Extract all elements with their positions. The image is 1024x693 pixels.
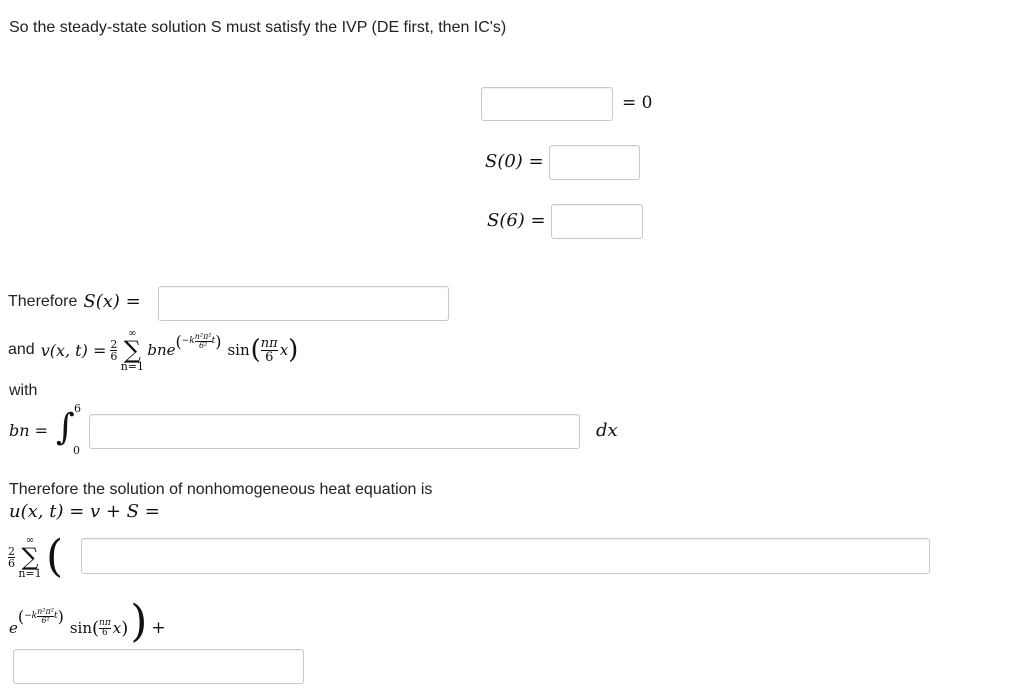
u-coef-num: 2 [8, 544, 15, 558]
ivp-de-input[interactable] [481, 87, 613, 121]
integral-upper: 6 [74, 402, 82, 415]
sin-den: 6 [260, 349, 278, 364]
u-sin-arg: ( nπ 6 x ) [92, 618, 128, 639]
bn-equation: bn = ∫ 6 0 [9, 400, 84, 460]
plus-sign: + [151, 618, 166, 638]
s-row: Therefore S(x) = [8, 291, 141, 312]
sum-sign: ∞ ∑ n=1 [120, 328, 144, 373]
u-sin-den: 6 [99, 627, 111, 638]
u-exp-minus-k: −k [24, 611, 38, 621]
sin-paren-close: ) [288, 335, 299, 365]
sin-fn: sin [227, 341, 250, 359]
exp-fraction: n²π² 6² [194, 331, 212, 350]
bn-term: bn [147, 341, 167, 359]
intro-text: So the steady-state solution S must sati… [9, 19, 507, 36]
exp-base: e [166, 341, 176, 359]
u-sin-paren-open: ( [92, 617, 100, 639]
and-label: and [8, 341, 35, 358]
u-exp-num: n²π² [37, 606, 54, 616]
u-exp-fraction: n²π² 6² [37, 606, 54, 625]
v-of-xt: v(x, t) = [40, 340, 107, 360]
sin-paren-open: ( [250, 335, 261, 365]
u-exp-paren-close: ) [57, 606, 64, 626]
coef-num: 2 [110, 337, 118, 351]
u-steady-state-input[interactable] [13, 649, 304, 684]
bn-integrand-input[interactable] [89, 414, 580, 449]
u-sin-paren-close: ) [121, 617, 129, 639]
exp-den: 6² [194, 340, 212, 350]
solution-text: Therefore the solution of nonhomogeneous… [9, 481, 433, 498]
u-coefficient: 2 6 [8, 546, 15, 569]
u-sin-fn: sin [69, 619, 92, 637]
u-tail: e ( −k n²π² 6² t ) sin ( nπ 6 x ) ) + [9, 588, 166, 648]
integral-sign: ∫ 6 0 [54, 400, 84, 460]
integral-glyph: ∫ [56, 407, 75, 448]
u-exp-base: e [9, 619, 18, 637]
coef-den: 6 [110, 349, 118, 363]
sin-fraction: nπ 6 [260, 335, 278, 364]
bn-label: bn = [9, 420, 49, 440]
sum-lower: n=1 [120, 359, 144, 373]
big-paren-open: ( [46, 531, 64, 582]
u-coefficient-input[interactable] [81, 538, 930, 574]
ic1-label: S(0) = [485, 151, 544, 172]
sigma-glyph: ∑ [123, 335, 141, 364]
u-sigma-glyph: ∑ [21, 542, 39, 571]
u-sum-lower: n=1 [18, 566, 42, 580]
s-of-x: S(x) = [83, 291, 141, 312]
u-sin-x: x [112, 619, 122, 637]
integral-lower: 0 [73, 444, 81, 457]
ic1-input[interactable] [549, 145, 640, 180]
big-paren-close: ) [130, 596, 148, 647]
exp-minus-k: −k [181, 336, 195, 346]
sin-num: nπ [260, 335, 278, 351]
therefore-label: Therefore [8, 292, 78, 310]
u-exponent: ( −k n²π² 6² t ) [18, 607, 64, 626]
u-equation: u(x, t) = v + S = [9, 501, 160, 522]
s-of-x-input[interactable] [158, 286, 449, 321]
de-rhs: = 0 [622, 93, 653, 113]
ic2-input[interactable] [551, 204, 643, 239]
u-exp-den: 6² [37, 615, 54, 625]
u-sum: 2 6 ∞ ∑ n=1 ( [8, 528, 63, 586]
with-label: with [9, 382, 38, 399]
u-coef-den: 6 [8, 556, 15, 570]
exp-paren-close: ) [215, 331, 222, 351]
u-sin-num: nπ [99, 617, 111, 628]
ic2-label: S(6) = [487, 210, 546, 231]
dx-label: dx [596, 420, 618, 441]
exponent: ( −k n²π² 6² t ) [176, 332, 222, 351]
u-sin-fraction: nπ 6 [99, 617, 111, 638]
v-equation: and v(x, t) = 2 6 ∞ ∑ n=1 bn e ( −k n²π²… [8, 322, 298, 378]
v-coefficient: 2 6 [110, 337, 118, 363]
sin-x: x [279, 341, 289, 359]
exp-num: n²π² [194, 331, 212, 341]
u-sum-sign: ∞ ∑ n=1 [18, 535, 42, 580]
